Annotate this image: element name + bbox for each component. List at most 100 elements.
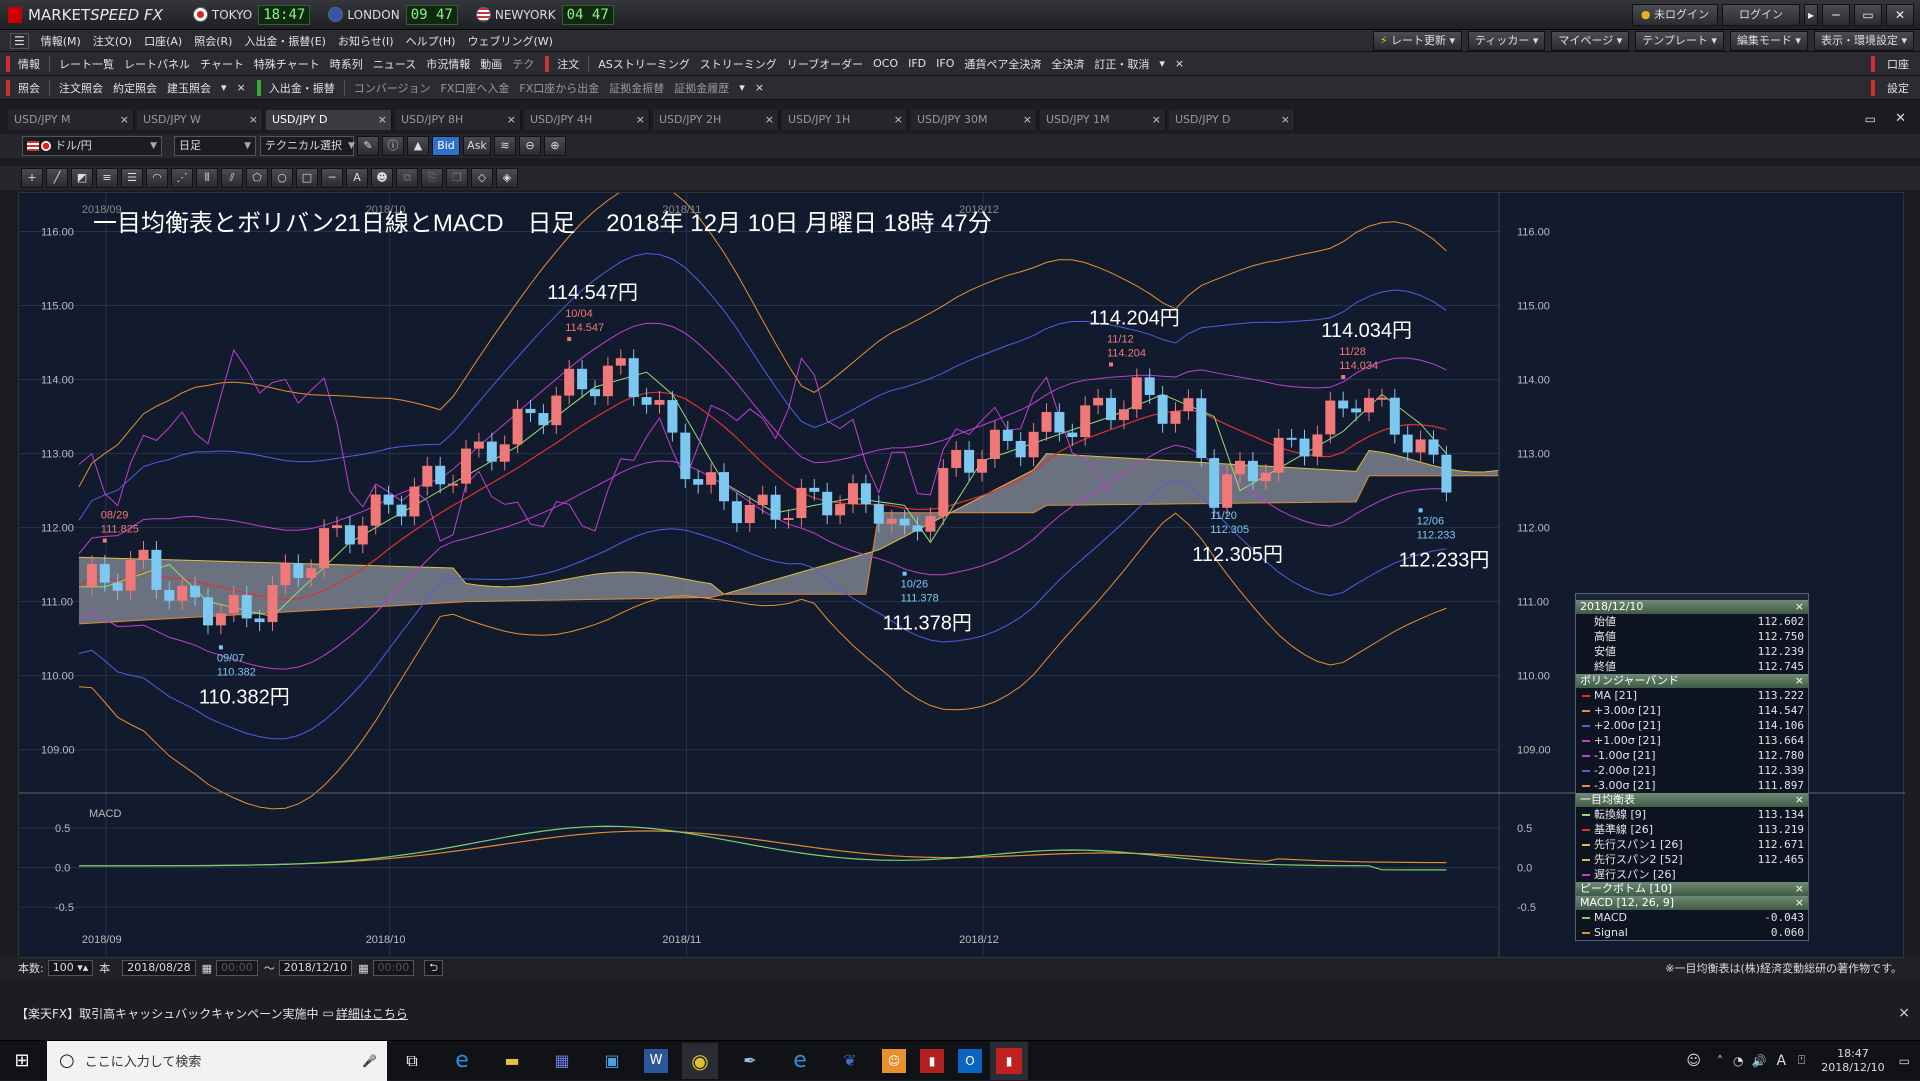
tab-usd-jpy-w[interactable]: USD/JPY W × <box>137 110 263 130</box>
mountain-chart-icon[interactable]: ▲ <box>407 136 429 156</box>
tab-usd-jpy-1m[interactable]: USD/JPY 1M × <box>1040 110 1166 130</box>
vertical-lines-icon[interactable]: ⦀ <box>196 168 218 188</box>
close-icon[interactable]: × <box>1795 674 1804 688</box>
from-time-field[interactable]: 00:00 <box>216 960 258 976</box>
app-feather-icon[interactable]: ❦ <box>832 1043 868 1079</box>
menu-webring[interactable]: ウェブリング(W) <box>461 33 558 49</box>
app-orange-icon[interactable]: ☺ <box>882 1048 906 1073</box>
chart-area[interactable]: 08/29 111.825 09/07 110.382 110.382円 10/04 114… <box>18 192 1905 959</box>
notification-icon[interactable]: ▭ <box>1899 1054 1910 1068</box>
parallel-lines-icon[interactable]: ⫽ <box>221 168 243 188</box>
ticker-button[interactable]: ティッカー ▾ <box>1468 30 1546 51</box>
toolbar1-close-icon[interactable]: × <box>1170 57 1189 70</box>
tool-order-inquiry[interactable]: 注文照会 <box>54 80 108 96</box>
paint-icon[interactable]: ✒ <box>732 1043 768 1079</box>
menu-deposit[interactable]: 入出金・振替(E) <box>238 33 332 49</box>
tab-close-icon[interactable]: × <box>1281 110 1290 130</box>
task-view-icon[interactable]: ⧉ <box>394 1043 430 1079</box>
taskbar-search-box[interactable]: ○ ここに入力して検索 🎤 <box>47 1040 387 1081</box>
tab-usd-jpy-8h[interactable]: USD/JPY 8H × <box>395 110 521 130</box>
edit-mode-button[interactable]: 編集モード ▾ <box>1729 30 1808 51</box>
menu-order[interactable]: 注文(O) <box>87 33 138 49</box>
tool-position-inquiry[interactable]: 建玉照会 <box>162 80 216 96</box>
tool-as-streaming[interactable]: ASストリーミング <box>593 56 695 72</box>
marketspeed-fx-icon[interactable]: ▮ <box>996 1047 1022 1074</box>
tool-technical[interactable]: テク <box>507 56 539 72</box>
app-window-icon[interactable]: ▣ <box>594 1043 630 1079</box>
toolbar2-close-icon-2[interactable]: × <box>750 81 769 94</box>
close-icon[interactable]: × <box>1795 600 1804 614</box>
action-center-icon[interactable]: ⍞ <box>1798 1053 1805 1068</box>
toolbar2-more-button[interactable]: ▾ <box>216 81 232 94</box>
channel-lines-icon[interactable]: ☰ <box>121 168 143 188</box>
from-date-field[interactable]: 2018/08/28 <box>122 960 196 976</box>
tab-close-icon[interactable]: × <box>765 110 774 130</box>
eraser-icon[interactable]: ◩ <box>71 168 93 188</box>
delete-drawing-icon[interactable]: ◇ <box>471 168 493 188</box>
volume-icon[interactable]: 🔊 <box>1752 1054 1767 1068</box>
horizontal-line-icon[interactable]: ─ <box>321 168 343 188</box>
tool-market-info[interactable]: 市況情報 <box>421 56 475 72</box>
pentagon-icon[interactable]: ⬠ <box>246 168 268 188</box>
ask-button[interactable]: Ask <box>463 136 491 156</box>
pair-select[interactable]: ドル/円 ▼ <box>22 136 162 156</box>
ie-icon[interactable]: e <box>444 1043 480 1079</box>
toolbar2-more-button-2[interactable]: ▾ <box>734 81 750 94</box>
draw-pen-icon[interactable]: ✎ <box>357 136 379 156</box>
calculator-icon[interactable]: ▦ <box>544 1043 580 1079</box>
tool-special-chart[interactable]: 特殊チャート <box>249 56 325 72</box>
tab-usd-jpy-30m[interactable]: USD/JPY 30M × <box>911 110 1037 130</box>
edge-icon[interactable]: e <box>782 1043 818 1079</box>
tool-news[interactable]: ニュース <box>368 56 421 72</box>
login-status-button[interactable]: ● 未ログイン <box>1631 3 1718 26</box>
word-icon[interactable]: W <box>644 1048 668 1073</box>
tab-close-icon[interactable]: × <box>1152 110 1161 130</box>
text-icon[interactable]: A <box>346 168 368 188</box>
tab-close-icon[interactable]: × <box>1023 110 1032 130</box>
trendline-icon[interactable]: ╱ <box>46 168 68 188</box>
close-chart-icon[interactable]: ✕ <box>1895 111 1906 126</box>
tool-account[interactable]: 口座 <box>1882 56 1914 72</box>
tab-close-icon[interactable]: × <box>378 110 387 130</box>
restore-chart-icon[interactable]: ▭ <box>1865 112 1876 126</box>
menu-help[interactable]: ヘルプ(H) <box>400 33 462 49</box>
menu-account[interactable]: 口座(A) <box>138 33 188 49</box>
tab-close-icon[interactable]: × <box>636 110 645 130</box>
tool-ifd[interactable]: IFD <box>903 57 931 70</box>
tool-settings[interactable]: 設定 <box>1882 80 1914 96</box>
toolbar2-close-icon[interactable]: × <box>232 81 251 94</box>
mypage-button[interactable]: マイページ ▾ <box>1551 30 1630 51</box>
to-time-field[interactable]: 00:00 <box>372 960 415 976</box>
outlook-icon[interactable]: O <box>958 1048 982 1073</box>
explorer-icon[interactable]: ▬ <box>494 1043 530 1079</box>
tab-close-icon[interactable]: × <box>249 110 258 130</box>
close-icon[interactable]: × <box>1795 793 1804 807</box>
tab-close-icon[interactable]: × <box>120 110 129 130</box>
banner-close-icon[interactable]: × <box>1898 1005 1910 1021</box>
tool-oco[interactable]: OCO <box>868 57 903 70</box>
tool-leave-order[interactable]: リーブオーダー <box>782 56 868 72</box>
tab-usd-jpy-4h[interactable]: USD/JPY 4H × <box>524 110 650 130</box>
chrome-icon[interactable]: ◉ <box>682 1042 718 1079</box>
calendar-icon[interactable]: ▦ <box>202 962 212 975</box>
tool-pair-settle-all[interactable]: 通貨ペア全決済 <box>959 56 1046 72</box>
icon-stamp-icon[interactable]: ☻ <box>371 168 393 188</box>
menu-notice[interactable]: お知らせ(I) <box>332 33 400 49</box>
calendar-icon[interactable]: ▦ <box>358 962 368 975</box>
paste-icon[interactable]: ⎘ <box>421 168 443 188</box>
close-window-button[interactable]: ✕ <box>1886 3 1914 26</box>
close-icon[interactable]: × <box>1795 882 1804 896</box>
timeframe-select[interactable]: 日足 ▼ <box>174 136 256 156</box>
close-icon[interactable]: × <box>1795 896 1804 910</box>
display-settings-button[interactable]: 表示・環境設定 ▾ <box>1813 30 1914 51</box>
technical-select[interactable]: テクニカル選択 ▼ <box>260 136 355 156</box>
zoom-out-icon[interactable]: ⊖ <box>519 136 541 156</box>
fibonacci-arc-icon[interactable]: ◠ <box>146 168 168 188</box>
tool-rate-panel[interactable]: レートパネル <box>119 56 195 72</box>
login-arrow-button[interactable]: ▸ <box>1804 3 1818 26</box>
tab-usd-jpy-2h[interactable]: USD/JPY 2H × <box>653 110 779 130</box>
tab-usd-jpy-m[interactable]: USD/JPY M × <box>8 110 134 130</box>
rate-update-button[interactable]: ⚡ レート更新 ▾ <box>1372 30 1463 51</box>
fan-lines-icon[interactable]: ⋰ <box>171 168 193 188</box>
bid-button[interactable]: Bid <box>432 136 460 156</box>
